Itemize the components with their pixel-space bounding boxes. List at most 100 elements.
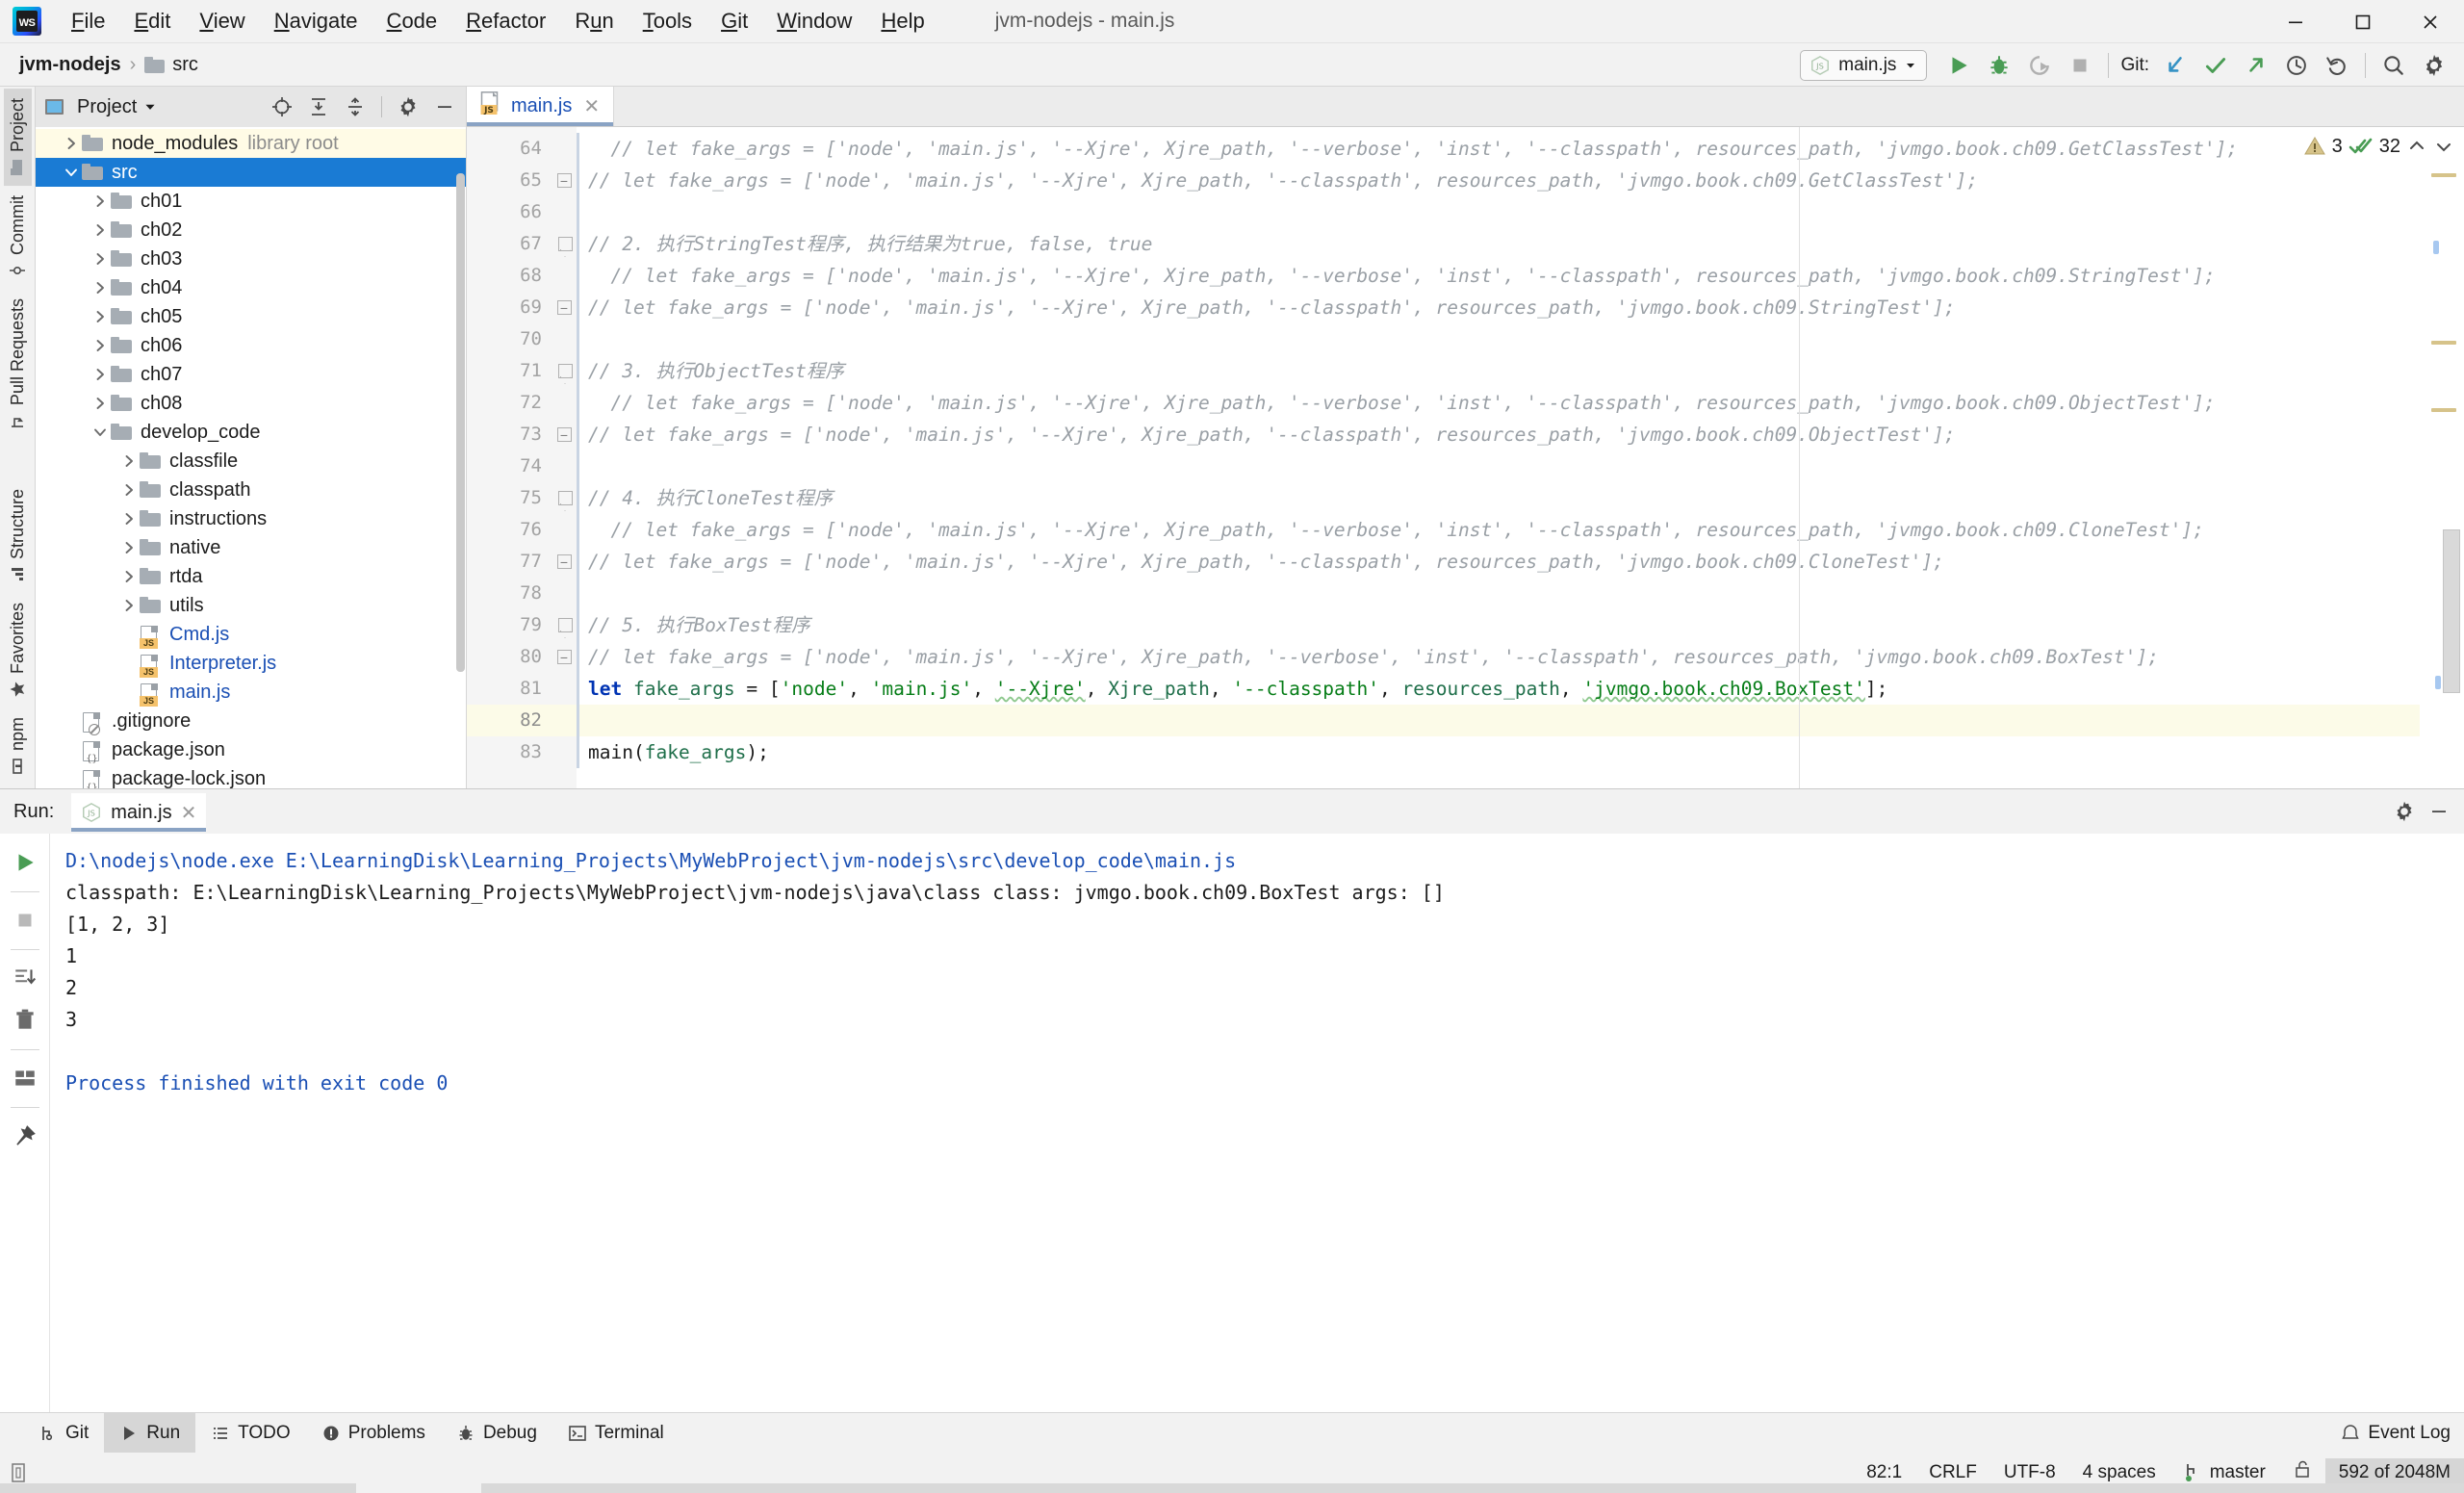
sidebar-item-project[interactable]: Project [4,89,32,186]
run-console-output[interactable]: D:\nodejs\node.exe E:\LearningDisk\Learn… [50,834,2464,1412]
scroll-to-end-button[interactable] [6,959,44,997]
horizontal-scrollbar[interactable] [0,1483,2464,1493]
fold-region-start-icon[interactable] [557,364,572,378]
rerun-button[interactable] [6,843,44,882]
run-button[interactable] [1938,45,1979,86]
fold-region-start-icon[interactable] [557,237,572,251]
warning-marker[interactable] [2431,408,2456,412]
expand-arrow-icon[interactable] [61,133,82,154]
tree-item-ch03[interactable]: ch03 [36,245,466,273]
bottom-tab-run[interactable]: Run [104,1413,195,1453]
tree-item-node-modules[interactable]: node_moduleslibrary root [36,129,466,158]
collapse-arrow-icon[interactable] [61,162,82,183]
line-number[interactable]: 71 [467,355,552,387]
code-line[interactable] [577,450,2420,482]
tree-item-ch08[interactable]: ch08 [36,389,466,418]
bottom-tab-todo[interactable]: TODO [195,1413,306,1453]
maximize-button[interactable] [2329,0,2397,43]
status-bar-widget-icon[interactable] [0,1462,36,1483]
code-line[interactable] [577,323,2420,355]
editor-tab-mainjs[interactable]: JS main.js ✕ [467,87,614,126]
git-push-button[interactable] [2236,45,2276,86]
menu-code[interactable]: Code [372,6,452,37]
line-number[interactable]: 82 [467,705,552,736]
expand-arrow-icon[interactable] [118,566,140,587]
expand-arrow-icon[interactable] [118,479,140,501]
line-number[interactable]: 64 [467,133,552,165]
menu-edit[interactable]: Edit [119,6,185,37]
expand-arrow-icon[interactable] [90,191,111,212]
hide-panel-button[interactable] [429,91,460,122]
menu-git[interactable]: Git [706,6,762,37]
line-number[interactable]: 70 [467,323,552,355]
code-line[interactable]: // let fake_args = ['node', 'main.js', '… [577,514,2420,546]
line-number[interactable]: 69 [467,292,552,323]
code-line[interactable] [577,578,2420,609]
tree-item-ch07[interactable]: ch07 [36,360,466,389]
code-line[interactable]: // let fake_args = ['node', 'main.js', '… [577,641,2420,673]
tree-item-rtda[interactable]: rtda [36,562,466,591]
code-line[interactable]: // 3. 执行ObjectTest程序 [577,355,2420,387]
fold-collapse-icon[interactable]: − [557,554,572,569]
code-line[interactable]: // 5. 执行BoxTest程序 [577,609,2420,641]
stop-button[interactable] [2060,45,2100,86]
tree-item-develop-code[interactable]: develop_code [36,418,466,447]
menu-run[interactable]: Run [560,6,628,37]
code-line[interactable]: main(fake_args); [577,736,2420,768]
fold-collapse-icon[interactable]: − [557,300,572,315]
expand-arrow-icon[interactable] [90,277,111,298]
tree-item-ch04[interactable]: ch04 [36,273,466,302]
project-settings-gear-icon[interactable] [393,91,424,122]
expand-arrow-icon[interactable] [90,364,111,385]
code-line[interactable]: // let fake_args = ['node', 'main.js', '… [577,165,2420,196]
menu-file[interactable]: File [57,6,119,37]
fold-collapse-icon[interactable]: − [557,650,572,664]
sidebar-item-commit[interactable]: Commit [4,186,32,289]
code-line[interactable]: // 2. 执行StringTest程序, 执行结果为true, false, … [577,228,2420,260]
tree-item-src[interactable]: src [36,158,466,187]
line-number[interactable]: 67 [467,228,552,260]
code-line[interactable]: let fake_args = ['node', 'main.js', '--X… [577,673,2420,705]
tree-item-interpreter-js[interactable]: JSInterpreter.js [36,649,466,678]
bottom-tab-terminal[interactable]: Terminal [552,1413,680,1453]
line-number[interactable]: 68 [467,260,552,292]
close-run-tab-icon[interactable]: ✕ [181,801,197,825]
expand-arrow-icon[interactable] [90,393,111,414]
warning-marker[interactable] [2431,341,2456,345]
chevron-down-icon[interactable] [142,99,158,115]
expand-arrow-icon[interactable] [90,248,111,270]
run-configuration-selector[interactable]: JS main.js [1800,50,1927,81]
breadcrumb-src[interactable]: src [139,52,204,78]
sidebar-item-pull-requests[interactable]: Pull Requests [4,289,32,439]
code-line[interactable] [577,196,2420,228]
expand-arrow-icon[interactable] [90,335,111,356]
search-everywhere-icon[interactable] [2374,45,2414,86]
git-history-button[interactable] [2276,45,2317,86]
expand-arrow-icon[interactable] [90,306,111,327]
fold-collapse-icon[interactable]: − [557,427,572,442]
debug-button[interactable] [1979,45,2019,86]
fold-region-start-icon[interactable] [557,618,572,632]
line-number[interactable]: 66 [467,196,552,228]
warning-marker[interactable] [2431,173,2456,177]
code-line[interactable]: // let fake_args = ['node', 'main.js', '… [577,419,2420,450]
line-number[interactable]: 83 [467,736,552,768]
tree-item--gitignore[interactable]: .gitignore [36,707,466,735]
line-number[interactable]: 79 [467,609,552,641]
menu-refactor[interactable]: Refactor [451,6,560,37]
settings-gear-icon[interactable] [2414,45,2454,86]
code-line[interactable]: // let fake_args = ['node', 'main.js', '… [577,387,2420,419]
code-line[interactable]: // 4. 执行CloneTest程序 [577,482,2420,514]
stop-process-button[interactable] [6,901,44,940]
menu-navigate[interactable]: Navigate [260,6,372,37]
fold-collapse-icon[interactable]: − [557,173,572,188]
soft-wrap-button[interactable] [6,1059,44,1097]
git-commit-button[interactable] [2195,45,2236,86]
code-line[interactable]: // let fake_args = ['node', 'main.js', '… [577,133,2420,165]
tree-item-ch02[interactable]: ch02 [36,216,466,245]
tree-item-ch05[interactable]: ch05 [36,302,466,331]
inspection-scrollbar[interactable] [2420,127,2464,788]
tree-item-native[interactable]: native [36,533,466,562]
tree-item-ch06[interactable]: ch06 [36,331,466,360]
bottom-tab-debug[interactable]: Debug [441,1413,552,1453]
